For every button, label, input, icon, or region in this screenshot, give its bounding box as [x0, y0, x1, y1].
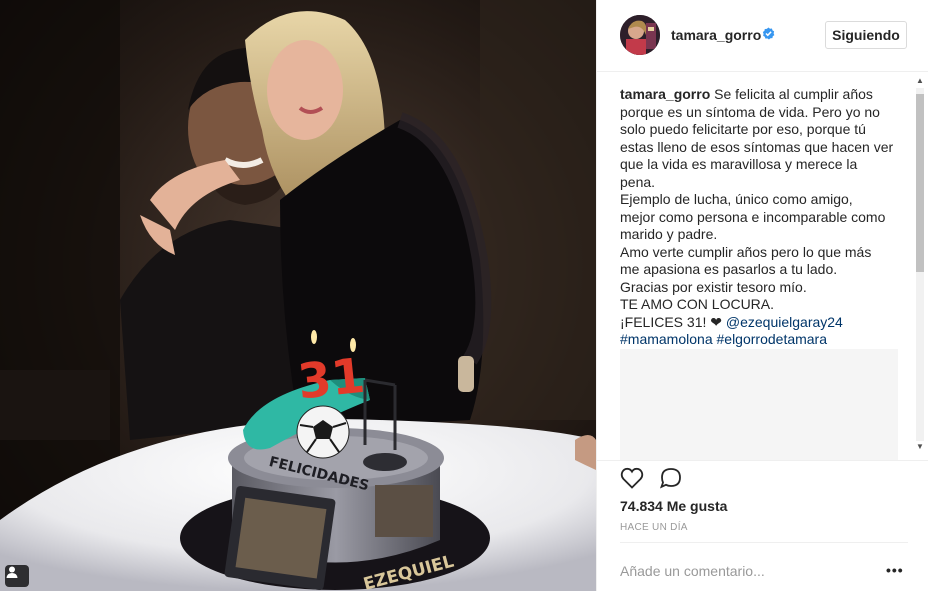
- post-side-panel: tamara_gorro Siguiendo tamara_gorro Se f…: [596, 0, 928, 591]
- username-link[interactable]: tamara_gorro: [671, 27, 761, 43]
- caption-line-10: Gracias por existir tesoro mío.: [620, 278, 807, 295]
- hashtag-link-1[interactable]: #elgorrodetamara: [717, 331, 828, 347]
- hashtag-link-0[interactable]: #mamamolona: [620, 331, 713, 347]
- verified-badge-icon: [762, 27, 775, 40]
- caption-line-11: TE AMO CON LOCURA.: [620, 296, 775, 312]
- caption-line-9: me apasiona es pasarlos a tu lado.: [620, 261, 838, 277]
- caption-line-13: #mamamolona #elgorrodetamara: [620, 331, 896, 349]
- scroll-thumb[interactable]: [916, 94, 924, 272]
- scroll-down-arrow-icon[interactable]: ▼: [915, 442, 925, 452]
- candle-numbers: 31: [295, 348, 367, 411]
- post-actions: [597, 460, 928, 492]
- comments-placeholder: [620, 349, 898, 461]
- avatar[interactable]: [620, 15, 660, 55]
- add-comment-section: •••: [620, 542, 908, 591]
- more-options-icon[interactable]: •••: [886, 562, 906, 578]
- mention-link[interactable]: @ezequielgaray24: [726, 314, 843, 330]
- heart-icon[interactable]: [620, 467, 644, 489]
- caption-line-0: tamara_gorro Se felicita al cumplir años: [620, 86, 896, 104]
- post-photo[interactable]: FELICIDADES EZEQUIEL 31: [0, 0, 596, 591]
- caption-line-8: Amo verte cumplir años pero lo que más: [620, 243, 872, 260]
- caption-line-6: mejor como persona e incomparable como: [620, 208, 886, 225]
- following-button[interactable]: Siguiendo: [825, 21, 907, 49]
- caption-line-2: solo puedo felicitarte por eso, porque t…: [620, 121, 866, 137]
- caption-author-link[interactable]: tamara_gorro: [620, 86, 710, 102]
- caption-line-12: ¡FELICES 31! ❤ @ezequielgaray24: [620, 314, 896, 332]
- caption-text: Se felicita al cumplir años: [714, 86, 873, 102]
- caption-line-3: estas lleno de esos síntomas que hacen v…: [620, 138, 894, 155]
- photo-illustration: FELICIDADES EZEQUIEL 31: [0, 0, 596, 591]
- caption-line-5: Ejemplo de lucha, único como amigo,: [620, 191, 853, 207]
- caption-line-4: que la vida es maravillosa y merece la p…: [620, 156, 858, 190]
- caption: tamara_gorro Se felicita al cumplir años…: [620, 86, 896, 349]
- post-timestamp[interactable]: HACE UN DÍA: [620, 522, 688, 533]
- likes-count[interactable]: 74.834 Me gusta: [620, 498, 727, 514]
- comment-bubble-icon[interactable]: [659, 467, 683, 489]
- post-header: tamara_gorro Siguiendo: [597, 0, 928, 72]
- user-tag-icon[interactable]: [5, 565, 29, 587]
- felices-text: ¡FELICES 31! ❤: [620, 313, 722, 330]
- comment-input[interactable]: [620, 561, 860, 581]
- comments-scrollbar[interactable]: ▲ ▼: [914, 76, 926, 453]
- caption-line-7: marido y padre.: [620, 226, 718, 242]
- scroll-up-arrow-icon[interactable]: ▲: [915, 76, 925, 86]
- caption-line-1: porque es un síntoma de vida. Pero yo no: [620, 103, 880, 120]
